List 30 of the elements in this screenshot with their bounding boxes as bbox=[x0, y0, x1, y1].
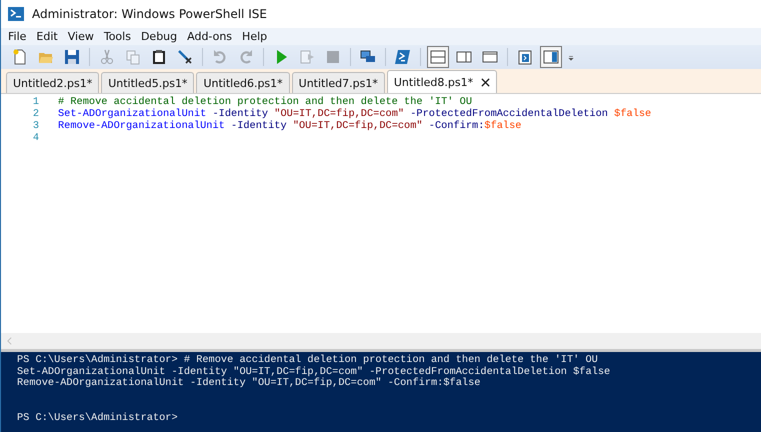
side-pane-icon[interactable] bbox=[540, 46, 562, 68]
horizontal-scrollbar[interactable] bbox=[1, 333, 761, 352]
menu-item[interactable]: Debug bbox=[136, 30, 184, 43]
close-icon[interactable] bbox=[481, 78, 490, 86]
menu-item[interactable]: View bbox=[64, 30, 100, 43]
code-line: Remove-ADOrganizationalUnit -Identity "OU=IT,DC=fip,DC=com" -Confirm:$false bbox=[58, 120, 522, 132]
menu-item[interactable]: Help bbox=[238, 30, 274, 43]
file-tab[interactable]: Untitled8.ps1* bbox=[386, 70, 498, 93]
line-number: 4 bbox=[32, 132, 40, 144]
line-number: 1 bbox=[32, 96, 40, 108]
menu-item[interactable]: Add-ons bbox=[183, 30, 238, 43]
console-pane[interactable] bbox=[1, 352, 761, 432]
pane-top-icon[interactable] bbox=[427, 46, 449, 68]
code-line: Set-ADOrganizationalUnit -Identity "OU=IT,DC=fip,DC=com" -ProtectedFromAccidentalDeletion $false bbox=[58, 108, 652, 120]
menu-item[interactable]: Edit bbox=[32, 30, 64, 43]
file-tab[interactable]: Untitled5.ps1* bbox=[101, 72, 194, 93]
file-tab[interactable]: Untitled2.ps1* bbox=[6, 72, 100, 93]
menu-item[interactable]: File bbox=[4, 30, 32, 43]
menu-item[interactable]: Tools bbox=[100, 30, 137, 43]
console-line: Set-ADOrganizationalUnit -Identity "OU=IT,DC=fip,DC=com" -ProtectedFromAccidentalDeletion $false bbox=[17, 366, 610, 378]
window-title: Administrator: Windows PowerShell ISE bbox=[32, 7, 267, 21]
console-line: Remove-ADOrganizationalUnit -Identity "OU=IT,DC=fip,DC=com" -Confirm:$false bbox=[17, 377, 480, 389]
console-prompt: PS C:\Users\Administrator> bbox=[17, 412, 178, 424]
file-tab[interactable]: Untitled6.ps1* bbox=[196, 72, 290, 93]
powershell-icon bbox=[8, 6, 24, 22]
line-number: 3 bbox=[32, 120, 40, 132]
console-line: PS C:\Users\Administrator> # Remove accidental deletion protection and then delete the 'IT' OU bbox=[17, 354, 598, 366]
line-number: 2 bbox=[32, 108, 40, 120]
file-tab[interactable]: Untitled7.ps1* bbox=[292, 72, 385, 93]
code-line: # Remove accidental deletion protection and then delete the 'IT' OU bbox=[58, 96, 472, 108]
